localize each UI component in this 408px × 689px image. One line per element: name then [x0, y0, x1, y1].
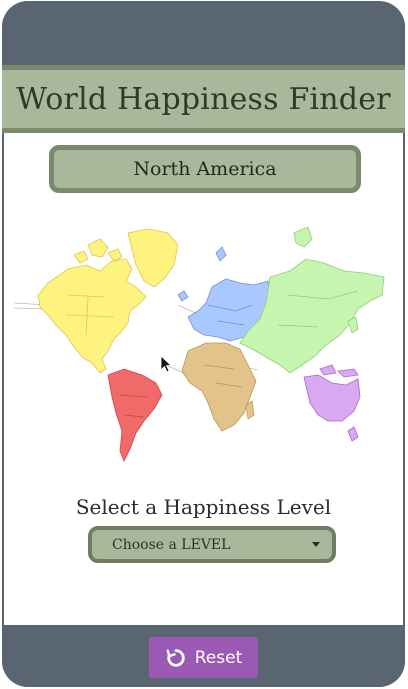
bottom-bar: Reset: [2, 625, 405, 687]
region-north-america[interactable]: [37, 228, 179, 374]
region-south-america[interactable]: [107, 368, 163, 462]
mouse-cursor-icon: [160, 355, 172, 373]
page-title: World Happiness Finder: [16, 81, 391, 117]
caret-down-icon: [312, 542, 320, 547]
reset-button[interactable]: Reset: [149, 637, 258, 678]
happiness-level-dropdown[interactable]: Choose a LEVEL: [88, 526, 336, 563]
title-banner: World Happiness Finder: [2, 65, 405, 133]
world-map[interactable]: [8, 225, 388, 475]
region-oceania[interactable]: [303, 364, 361, 442]
selected-region-display: North America: [49, 145, 361, 193]
app-frame: World Happiness Finder North America Sel…: [2, 1, 405, 687]
region-africa[interactable]: [181, 342, 257, 432]
main-content: North America Select a Happiness Level C…: [4, 133, 403, 625]
dropdown-selected-value: Choose a LEVEL: [112, 536, 231, 553]
top-bar: [2, 1, 405, 65]
refresh-icon: [166, 648, 185, 667]
reset-button-label: Reset: [194, 647, 243, 668]
happiness-level-label: Select a Happiness Level: [75, 495, 332, 519]
selected-region-label: North America: [133, 158, 277, 180]
